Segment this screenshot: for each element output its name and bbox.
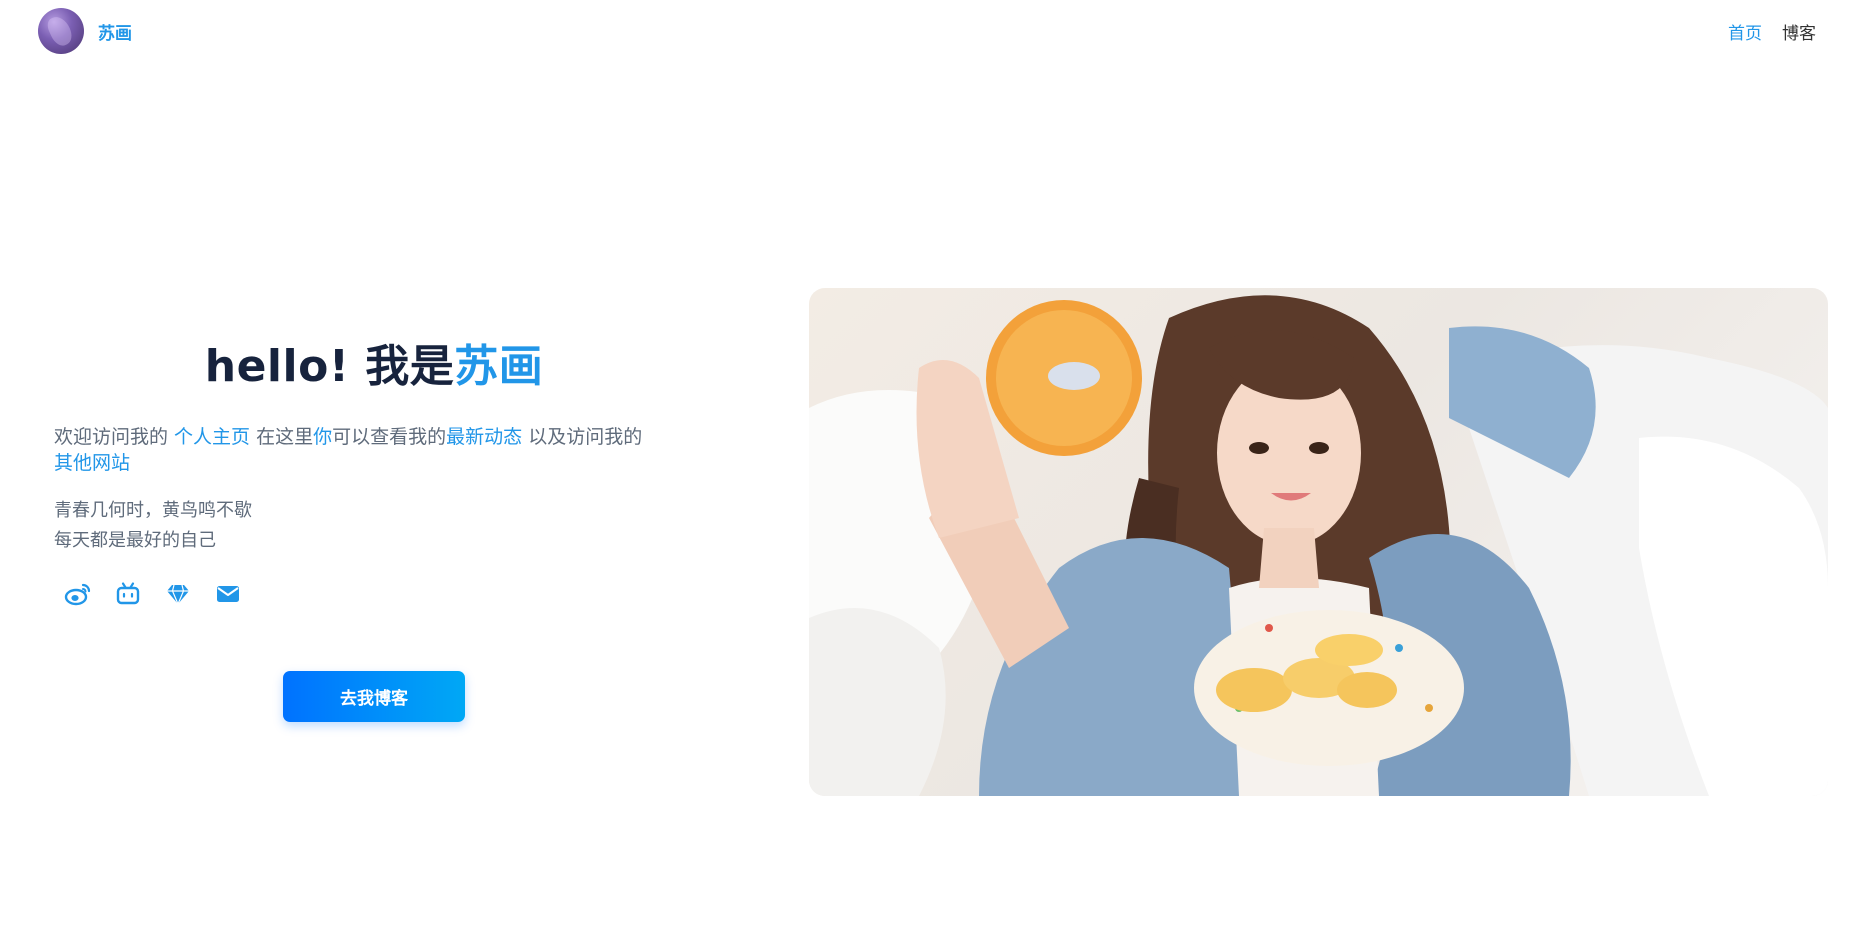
hero-illustration: [809, 295, 1828, 796]
top-header: 苏画 首页 博客: [0, 0, 1856, 62]
motto-line-1: 青春几何时，黄鸟鸣不歇: [54, 500, 252, 521]
nav-item-home[interactable]: 首页: [1728, 19, 1762, 44]
bilibili-icon[interactable]: [114, 580, 142, 608]
go-to-blog-button[interactable]: 去我博客: [283, 671, 465, 722]
hero-photo: [809, 288, 1828, 796]
desc-highlight-you: 你: [313, 426, 333, 448]
intro-description: 欢迎访问我的 个人主页 在这里你可以查看我的最新动态 以及访问我的其他网站: [54, 424, 694, 476]
brand-link[interactable]: 苏画: [38, 8, 132, 54]
other-sites-link[interactable]: 其他网站: [54, 452, 130, 474]
social-links: [64, 580, 694, 608]
nav-item-blog[interactable]: 博客: [1782, 19, 1816, 44]
diamond-icon[interactable]: [164, 580, 192, 608]
brand-name[interactable]: 苏画: [98, 19, 132, 44]
desc-text-1: 欢迎访问我的: [54, 426, 175, 448]
hello-prefix: hello! 我是: [204, 341, 455, 392]
motto-line-2: 每天都是最好的自己: [54, 530, 216, 551]
motto: 青春几何时，黄鸟鸣不歇 每天都是最好的自己: [54, 496, 694, 556]
mail-icon[interactable]: [214, 580, 242, 608]
latest-news-link[interactable]: 最新动态: [446, 426, 522, 448]
desc-text-3: 可以查看我的: [332, 426, 447, 448]
weibo-icon[interactable]: [64, 580, 92, 608]
avatar[interactable]: [38, 8, 84, 54]
hello-heading: hello! 我是苏画: [54, 330, 694, 394]
desc-text-4: 以及访问我的: [522, 426, 643, 448]
desc-text-2: 在这里: [250, 426, 314, 448]
hello-name: 苏画: [454, 341, 544, 392]
intro-section: hello! 我是苏画 欢迎访问我的 个人主页 在这里你可以查看我的最新动态 以…: [54, 330, 694, 608]
main-nav: 首页 博客: [1728, 19, 1816, 44]
personal-homepage-link[interactable]: 个人主页: [174, 426, 250, 448]
